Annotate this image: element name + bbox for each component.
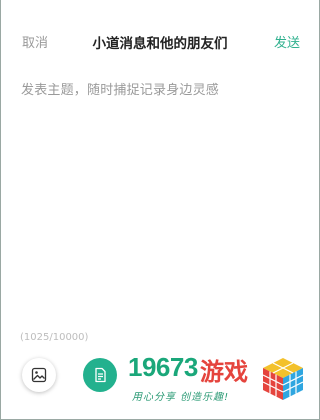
topic-input[interactable]: 发表主题，随时捕捉记录身边灵感 [21, 79, 219, 98]
document-icon [95, 367, 106, 383]
watermark-number: 19673 [128, 352, 198, 382]
cube-logo-icon [262, 358, 304, 400]
header-bar: 取消 小道消息和他的朋友们 发送 [0, 22, 320, 62]
watermark-brand: 游戏 [200, 358, 248, 386]
insert-image-button[interactable] [22, 358, 56, 392]
image-icon [31, 367, 47, 383]
insert-document-button[interactable] [83, 358, 117, 392]
watermark-logo: 19673 游戏 用心分享 创造乐趣! [128, 352, 314, 410]
watermark-slogan: 用心分享 创造乐趣! [132, 392, 230, 403]
page-title: 小道消息和他的朋友们 [92, 36, 228, 52]
send-button[interactable]: 发送 [274, 32, 300, 51]
char-counter: (1025/10000) [20, 332, 89, 343]
